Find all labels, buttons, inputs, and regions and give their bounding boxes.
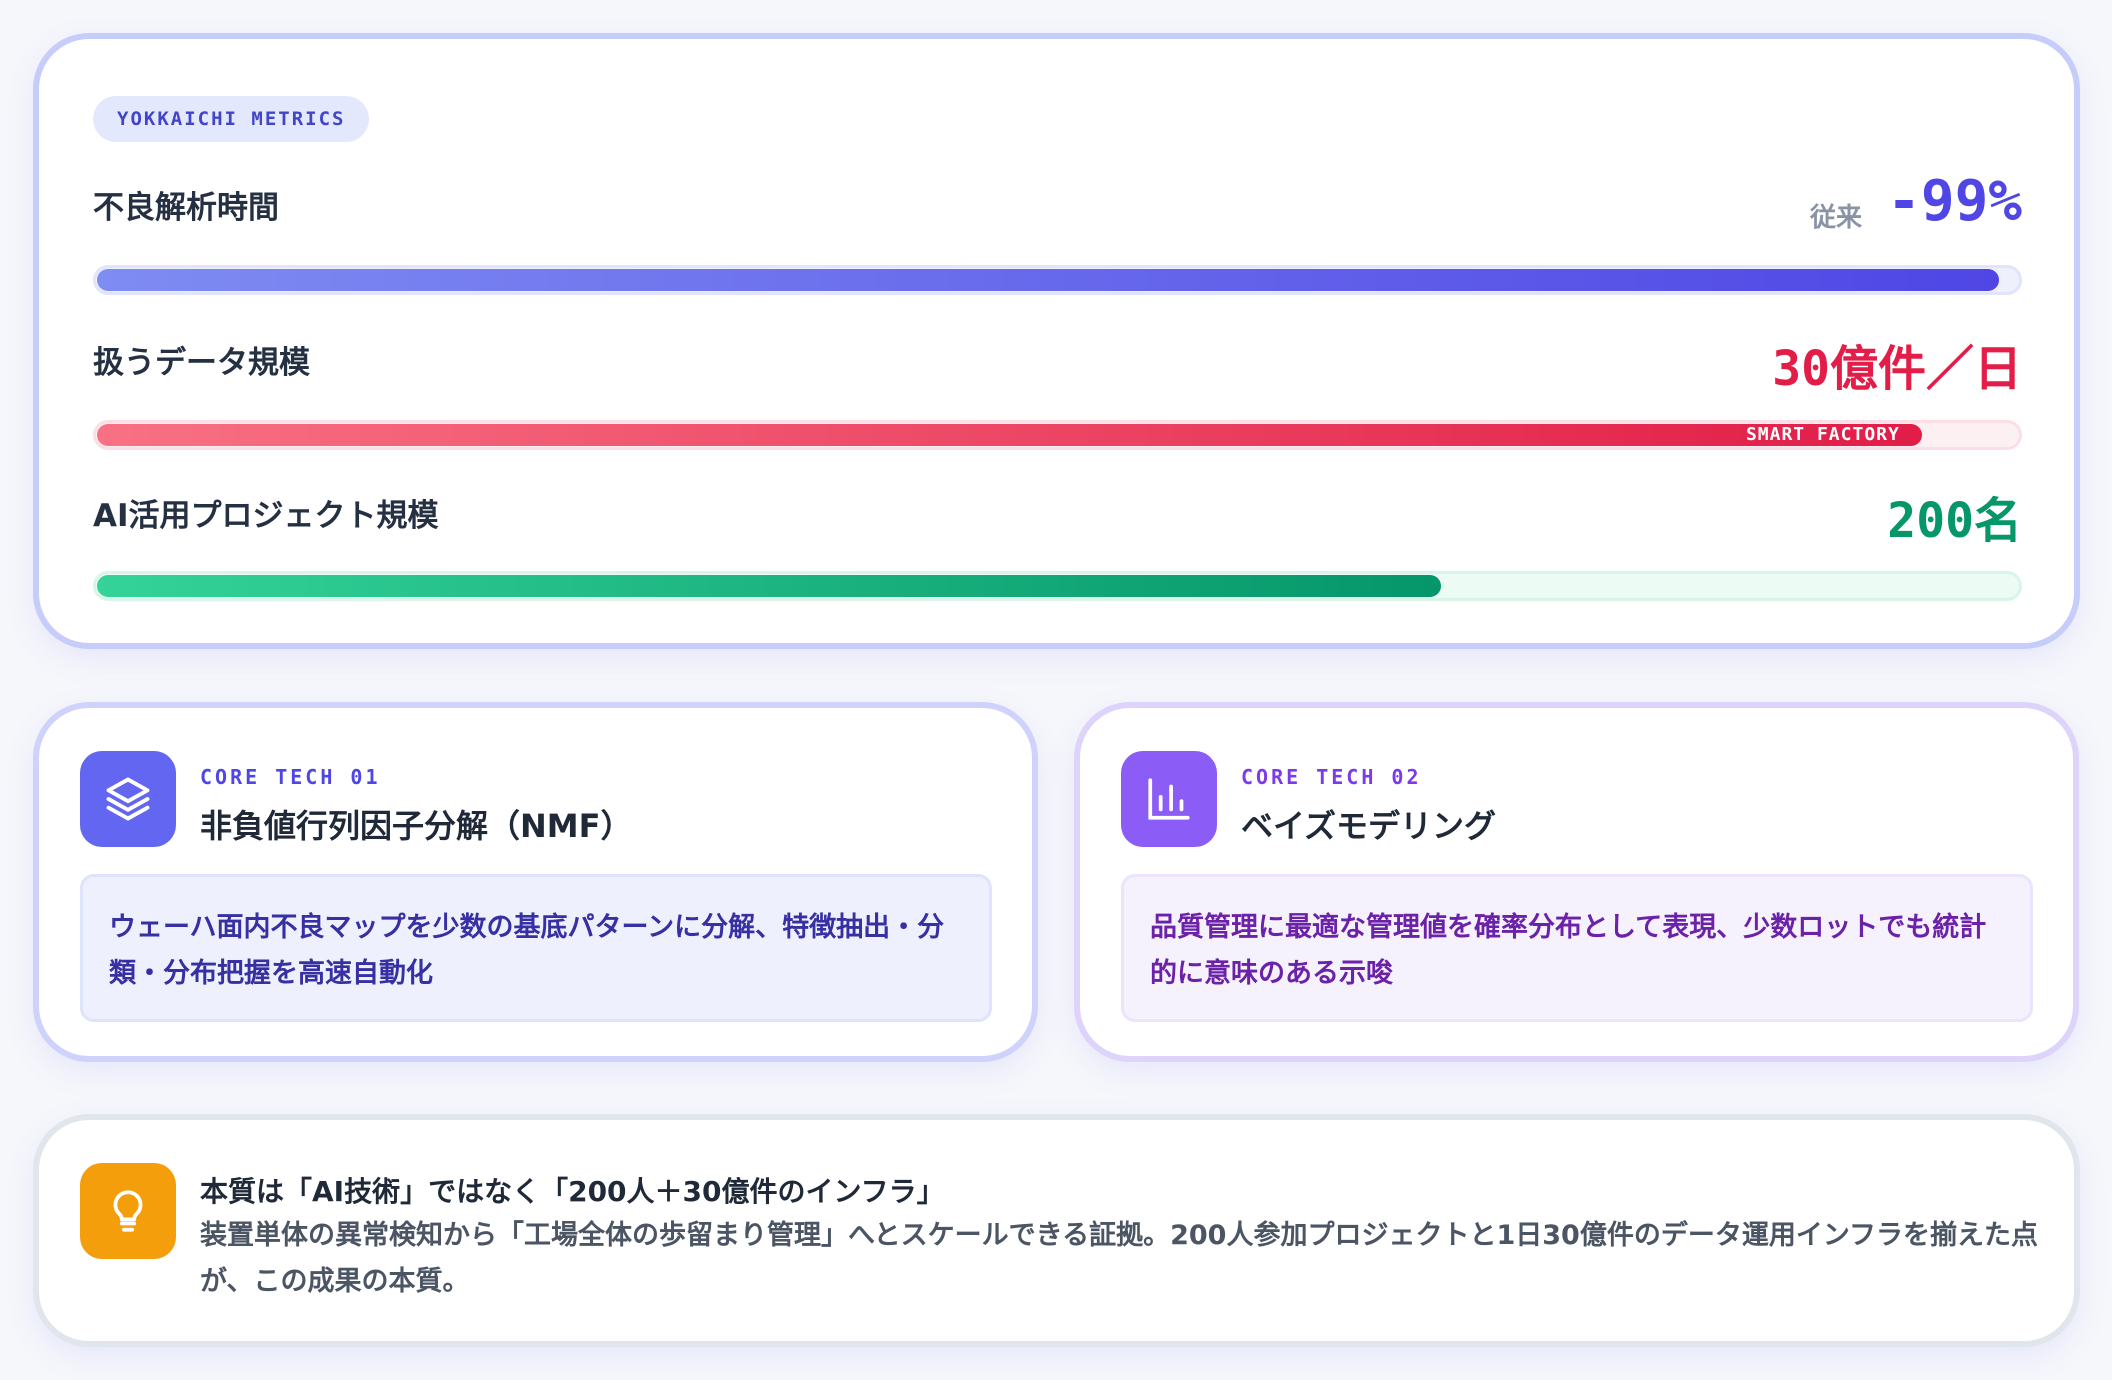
metric-fill [97,269,1999,291]
smart-factory-tag: SMART FACTORY [1745,424,1900,445]
insight-card: 本質は「AI技術」ではなく「200人＋30億件のインフラ」 装置単体の異常検知か… [33,1114,2080,1347]
metric-value-analysis-time: -99% [1887,169,2022,234]
core-tech-card-nmf: CORE TECH 01 非負値行列因子分解（NMF） ウェーハ面内不良マップを… [33,702,1038,1062]
tech-title: ベイズモデリング [1241,807,1497,845]
metric-progress-analysis-time [93,265,2022,295]
metrics-card: YOKKAICHI METRICS 不良解析時間 従来 -99% 扱うデータ規模… [33,33,2080,649]
insight-body: 装置単体の異常検知から「工場全体の歩留まり管理」へとスケールできる証拠。200人… [200,1220,2039,1297]
metric-progress-data-scale: SMART FACTORY [93,420,2022,450]
insight-title: 本質は「AI技術」ではなく「200人＋30億件のインフラ」 [200,1175,945,1208]
metric-label-analysis-time: 不良解析時間 [93,190,279,226]
metric-value-data-scale: 30億件／日 [1772,341,2022,397]
core-tech-card-bayes: CORE TECH 02 ベイズモデリング 品質管理に最適な管理値を確率分布とし… [1074,702,2079,1062]
metric-value-ai-project: 200名 [1887,493,2022,549]
tech-title: 非負値行列因子分解（NMF） [200,807,633,845]
metric-label-data-scale: 扱うデータ規模 [93,345,310,381]
tech-description: 品質管理に最適な管理値を確率分布として表現、少数ロットでも統計的に意味のある示唆 [1121,874,2033,1022]
metric-fill [97,575,1442,597]
metric-progress-ai-project [93,571,2022,601]
layers-icon [80,751,176,847]
metric-label-ai-project: AI活用プロジェクト規模 [93,498,439,534]
metric-fill: SMART FACTORY [97,424,1922,446]
tech-code: CORE TECH 02 [1241,765,1422,789]
tech-description: ウェーハ面内不良マップを少数の基底パターンに分解、特徴抽出・分類・分布把握を高速… [80,874,992,1022]
tech-code: CORE TECH 01 [200,765,381,789]
lightbulb-icon [80,1163,176,1259]
bar-chart-icon [1121,751,1217,847]
metric-prefix: 従来 [1809,203,1862,233]
metrics-chip: YOKKAICHI METRICS [93,96,370,142]
